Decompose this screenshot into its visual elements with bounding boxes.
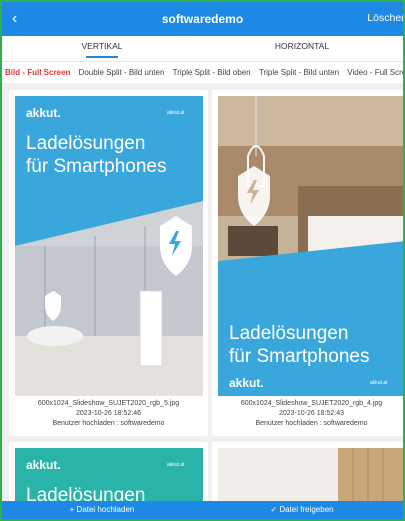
headline-line: Ladelösungen xyxy=(26,133,146,154)
app-header: ‹ softwaredemo Löschen xyxy=(2,2,403,36)
media-thumbnail[interactable] xyxy=(218,448,403,505)
headline-line: Ladelösungen xyxy=(229,323,349,344)
upload-date: 2023-10-26 18:52:46 xyxy=(76,410,141,417)
media-card[interactable]: akkut. akkut.at Ladelösungen für Smartph… xyxy=(9,90,208,436)
app-frame: ‹ softwaredemo Löschen VERTIKAL HORIZONT… xyxy=(0,0,405,521)
media-card[interactable]: akkut. akkut.at Ladelösungen xyxy=(9,442,208,505)
tab-horizontal[interactable]: HORIZONTAL xyxy=(202,36,402,61)
subtab-triple-split-bild-oben[interactable]: Triple Split - Bild oben xyxy=(170,62,254,83)
media-thumbnail[interactable]: akkut. akkut.at Ladelösungen für Smartph… xyxy=(15,96,203,396)
page-title: softwaredemo xyxy=(161,12,244,26)
interior-scene-illustration xyxy=(218,448,403,505)
headline-line: für Smartphones xyxy=(229,346,370,367)
media-card[interactable] xyxy=(212,442,403,505)
file-name: 600x1024_Slideshow_SUJET2020_rgb_5.jpg xyxy=(37,400,180,407)
active-tab-indicator xyxy=(86,56,118,58)
akkut-logo: akkut. xyxy=(26,106,61,120)
slide-headline: Ladelösungen für Smartphones xyxy=(26,132,166,178)
subtab-video-full-screen[interactable]: Video - Full Screen und Sp xyxy=(344,62,403,83)
site-url: akkut.at xyxy=(167,110,185,116)
subtab-bild-full-screen[interactable]: Bild - Full Screen xyxy=(2,63,73,83)
akkut-logo: akkut. xyxy=(26,458,61,472)
tab-vertikal-label: VERTIKAL xyxy=(81,41,123,51)
upload-date: 2023-10-26 18:52:43 xyxy=(279,410,344,417)
site-url: akkut.at xyxy=(370,380,388,386)
media-meta: 600x1024_Slideshow_SUJET2020_rgb_4.jpg 2… xyxy=(212,399,403,429)
uploader: Benutzer hochladen : softwaredemo xyxy=(52,420,165,427)
media-grid: akkut. akkut.at Ladelösungen für Smartph… xyxy=(2,83,403,505)
headline-line: für Smartphones xyxy=(26,156,167,177)
layout-subtabs: Bild - Full Screen Double Split - Bild u… xyxy=(2,61,403,83)
tab-vertikal[interactable]: VERTIKAL xyxy=(2,36,202,61)
subtab-triple-split-bild-unten[interactable]: Triple Split - Bild unten xyxy=(256,62,342,83)
uploader: Benutzer hochladen : softwaredemo xyxy=(255,420,368,427)
media-thumbnail[interactable]: Ladelösungen für Smartphones akkut. akku… xyxy=(218,96,403,396)
orientation-tabs: VERTIKAL HORIZONTAL xyxy=(2,36,403,61)
media-meta: 600x1024_Slideshow_SUJET2020_rgb_5.jpg 2… xyxy=(9,399,208,429)
media-card[interactable]: Ladelösungen für Smartphones akkut. akku… xyxy=(212,90,403,436)
site-url: akkut.at xyxy=(167,462,185,468)
media-thumbnail[interactable]: akkut. akkut.at Ladelösungen xyxy=(15,448,203,505)
share-file-button[interactable]: ✓ Datei freigeben xyxy=(202,501,402,519)
subtab-double-split-bild-unten[interactable]: Double Split - Bild unten xyxy=(76,62,168,83)
akkut-logo: akkut. xyxy=(229,376,264,390)
delete-button[interactable]: Löschen xyxy=(367,12,403,24)
bottom-action-bar: + Datei hochladen ✓ Datei freigeben xyxy=(2,501,403,519)
slide-headline: Ladelösungen für Smartphones xyxy=(229,322,369,368)
upload-file-button[interactable]: + Datei hochladen xyxy=(2,501,202,519)
file-name: 600x1024_Slideshow_SUJET2020_rgb_4.jpg xyxy=(240,400,383,407)
tab-horizontal-label: HORIZONTAL xyxy=(274,41,330,51)
